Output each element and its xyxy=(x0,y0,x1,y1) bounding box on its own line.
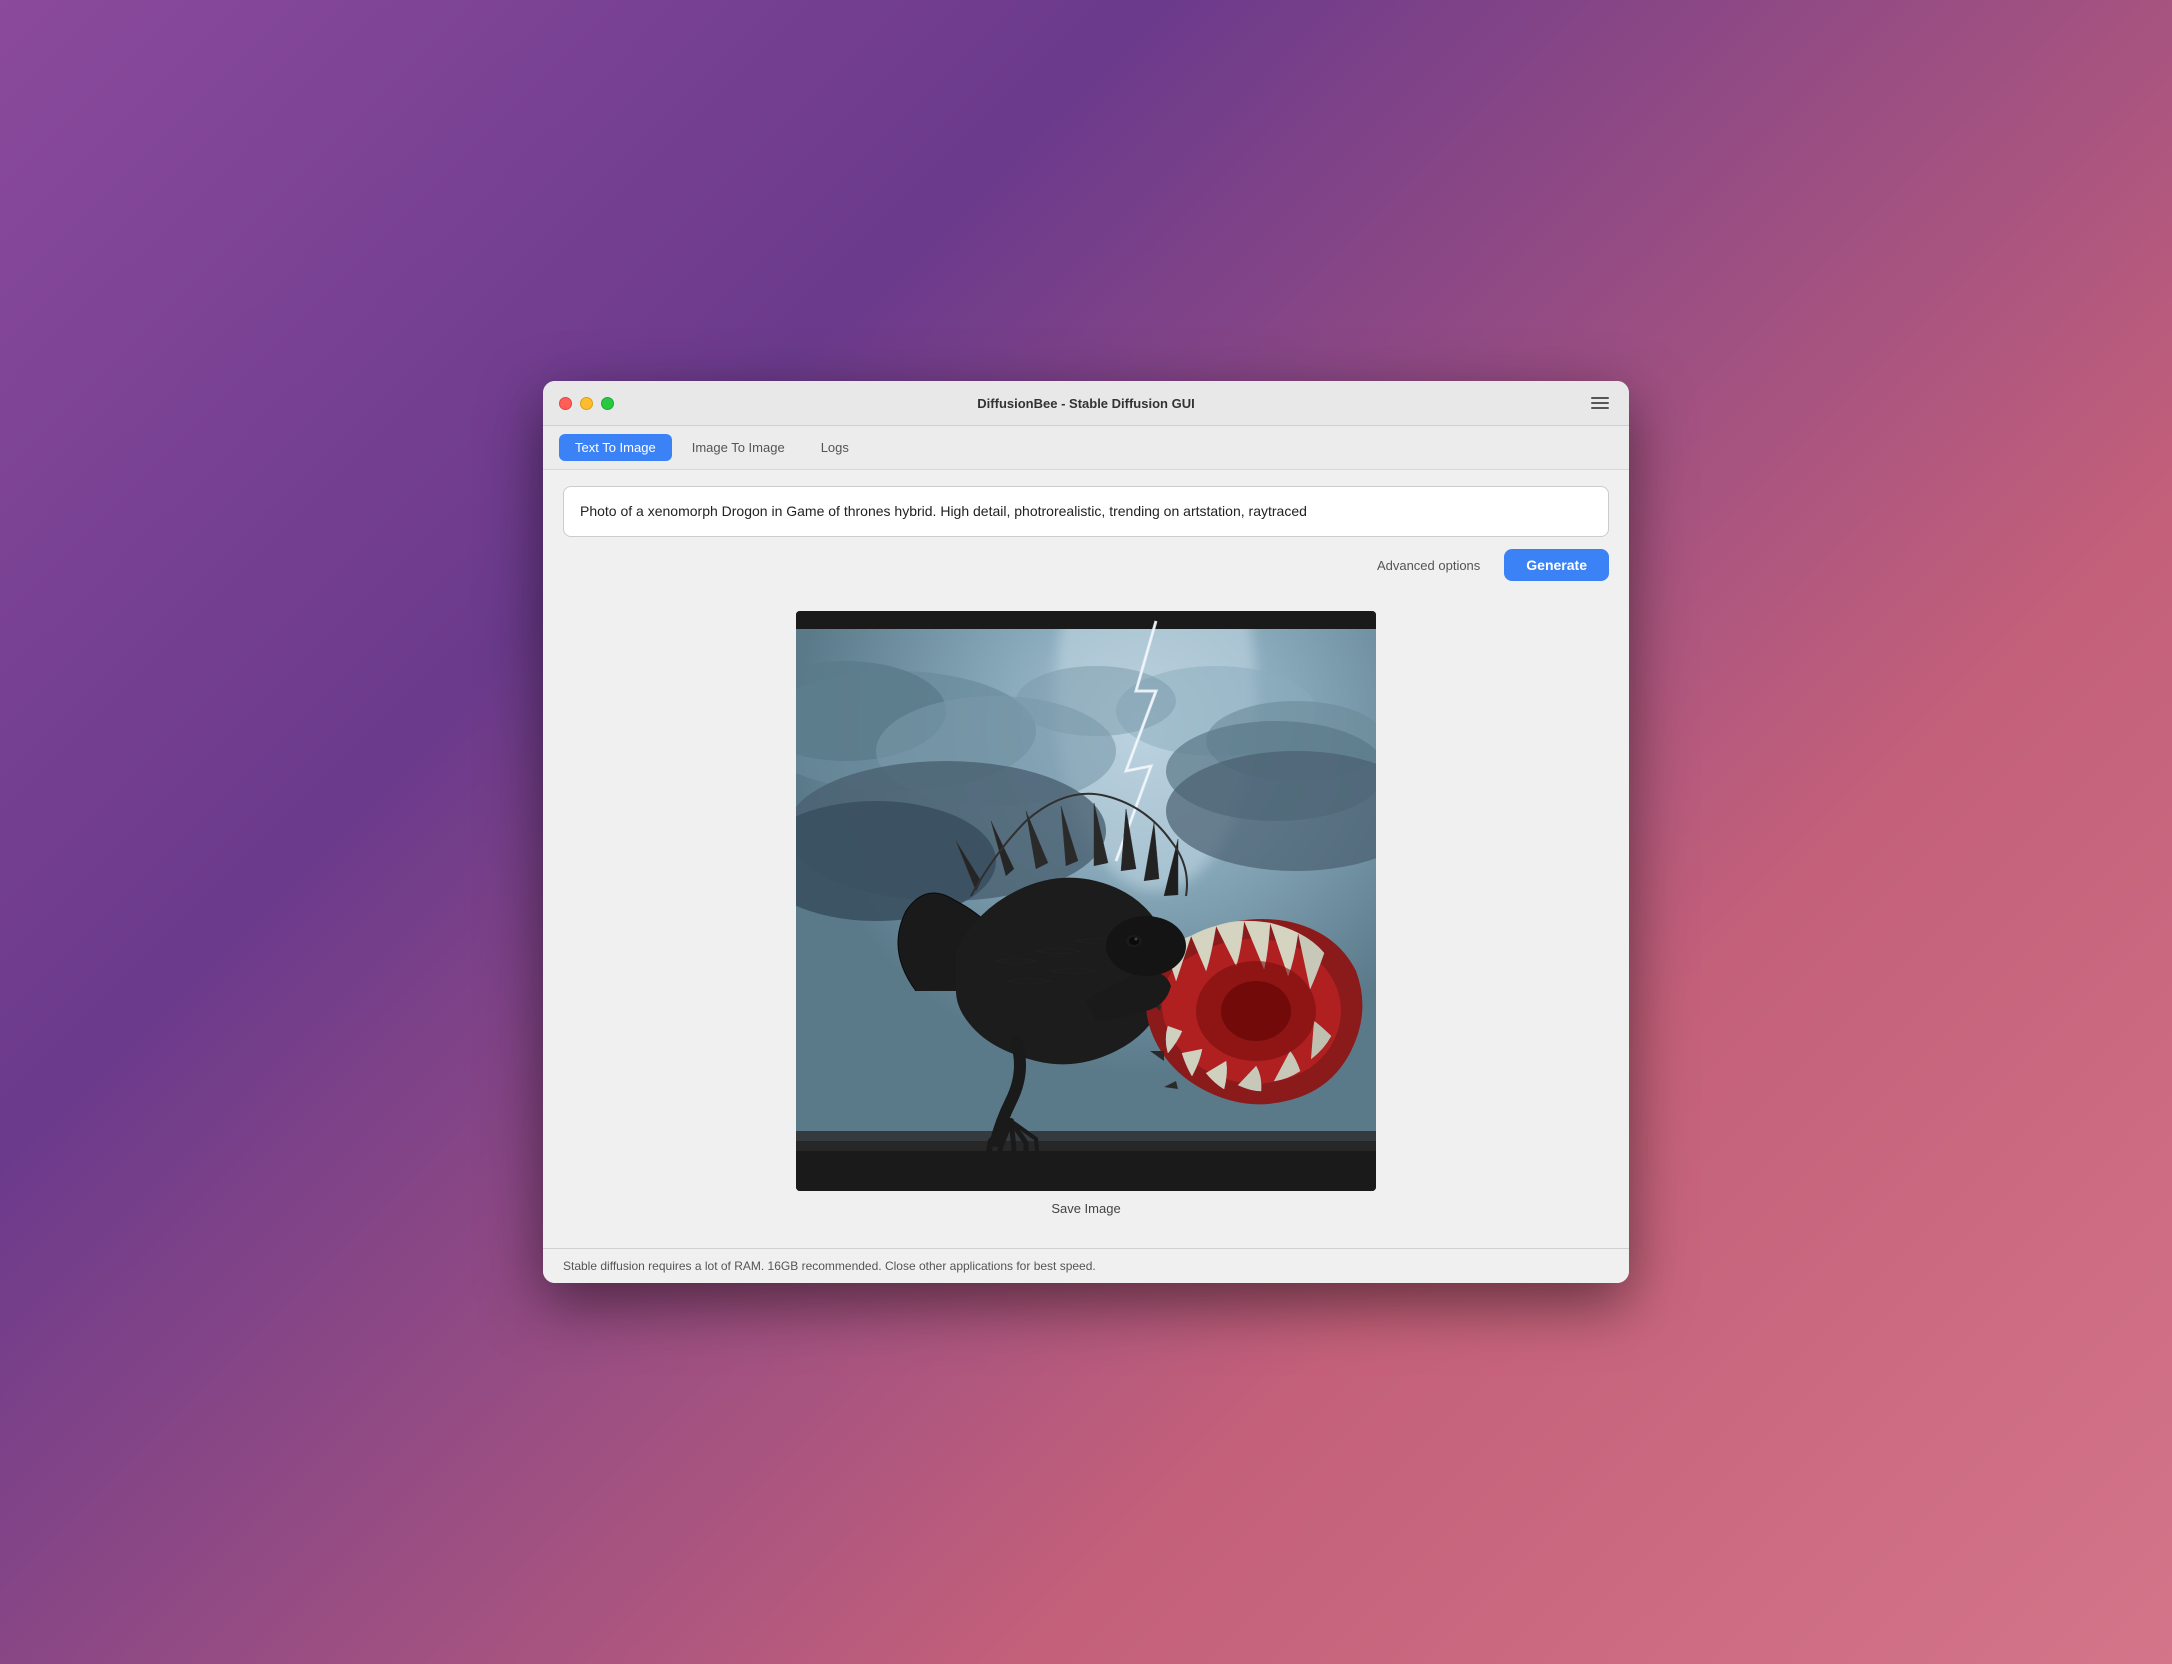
prompt-text: Photo of a xenomorph Drogon in Game of t… xyxy=(580,503,1307,519)
maximize-button[interactable] xyxy=(601,397,614,410)
content-area: Photo of a xenomorph Drogon in Game of t… xyxy=(543,470,1629,1248)
image-svg xyxy=(796,611,1376,1191)
image-section: Save Image xyxy=(563,601,1609,1232)
status-text: Stable diffusion requires a lot of RAM. … xyxy=(563,1259,1096,1273)
generated-image xyxy=(796,611,1376,1191)
generate-button[interactable]: Generate xyxy=(1504,549,1609,581)
tab-logs[interactable]: Logs xyxy=(805,434,865,461)
tab-text-to-image[interactable]: Text To Image xyxy=(559,434,672,461)
prompt-input[interactable]: Photo of a xenomorph Drogon in Game of t… xyxy=(563,486,1609,537)
titlebar: DiffusionBee - Stable Diffusion GUI xyxy=(543,381,1629,426)
status-bar: Stable diffusion requires a lot of RAM. … xyxy=(543,1248,1629,1283)
traffic-lights xyxy=(559,397,614,410)
controls-row: Advanced options Generate xyxy=(563,549,1609,581)
menu-icon[interactable] xyxy=(1587,393,1613,413)
minimize-button[interactable] xyxy=(580,397,593,410)
window-title: DiffusionBee - Stable Diffusion GUI xyxy=(977,396,1194,411)
advanced-options-button[interactable]: Advanced options xyxy=(1369,554,1488,577)
app-window: DiffusionBee - Stable Diffusion GUI Text… xyxy=(543,381,1629,1283)
close-button[interactable] xyxy=(559,397,572,410)
tab-image-to-image[interactable]: Image To Image xyxy=(676,434,801,461)
save-image-label[interactable]: Save Image xyxy=(1051,1201,1120,1216)
tabs-bar: Text To Image Image To Image Logs xyxy=(543,426,1629,470)
